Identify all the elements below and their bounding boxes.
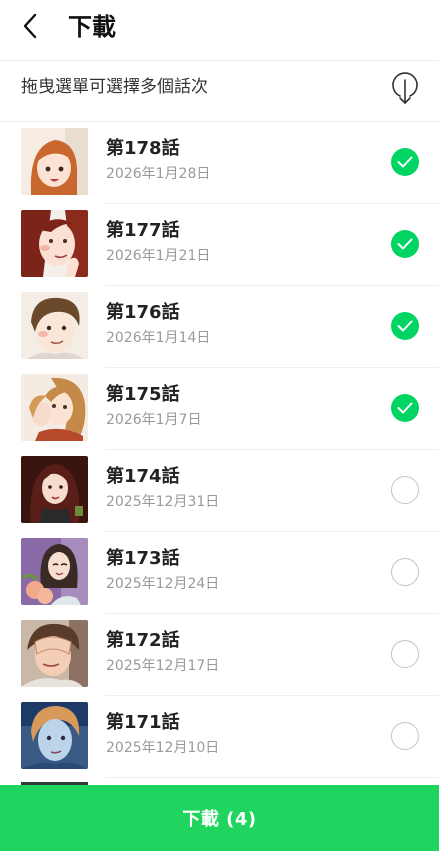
- episode-thumbnail: [21, 374, 88, 441]
- episode-checkbox[interactable]: [391, 312, 419, 340]
- checkmark-icon: [397, 153, 413, 172]
- episode-row-176[interactable]: 第176話 2026年1月14日: [0, 286, 439, 368]
- episode-list: 第178話 2026年1月28日 第177話 2026年1月21日 第176話 …: [0, 122, 439, 778]
- episode-row-172[interactable]: 第172話 2025年12月17日: [0, 614, 439, 696]
- episode-checkbox[interactable]: [391, 640, 419, 668]
- episode-title: 第176話: [106, 302, 180, 323]
- download-order-button[interactable]: [387, 70, 423, 110]
- episode-checkbox[interactable]: [391, 394, 419, 422]
- episode-date: 2025年12月17日: [106, 658, 220, 674]
- page-title: 下載: [68, 13, 116, 41]
- checkmark-icon: [397, 317, 413, 336]
- episode-date: 2026年1月14日: [106, 330, 211, 346]
- episode-date: 2025年12月10日: [106, 740, 220, 756]
- episode-thumbnail: [21, 702, 88, 769]
- top-bar: 下載: [0, 0, 439, 55]
- episode-date: 2026年1月7日: [106, 412, 202, 428]
- download-button[interactable]: 下載 (4): [0, 785, 439, 851]
- checkmark-icon: [397, 235, 413, 254]
- episode-title: 第175話: [106, 384, 180, 405]
- episode-title: 第172話: [106, 630, 180, 651]
- checkmark-icon: [397, 399, 413, 418]
- drag-select-hint: 拖曳選單可選擇多個話次: [21, 77, 208, 97]
- download-button-label: 下載 (4): [182, 809, 257, 830]
- episode-title: 第178話: [106, 138, 180, 159]
- episode-checkbox[interactable]: [391, 476, 419, 504]
- episode-checkbox[interactable]: [391, 148, 419, 176]
- episode-row-175[interactable]: 第175話 2026年1月7日: [0, 368, 439, 450]
- episode-date: 2026年1月28日: [106, 166, 211, 182]
- episode-title: 第171話: [106, 712, 180, 733]
- chevron-left-icon: [20, 13, 40, 43]
- episode-row-178[interactable]: 第178話 2026年1月28日: [0, 122, 439, 204]
- episode-row-171[interactable]: 第171話 2025年12月10日: [0, 696, 439, 778]
- episode-thumbnail: [21, 456, 88, 523]
- episode-thumbnail: [21, 620, 88, 687]
- episode-title: 第174話: [106, 466, 180, 487]
- episode-date: 2026年1月21日: [106, 248, 211, 264]
- back-button[interactable]: [14, 12, 46, 44]
- episode-title: 第177話: [106, 220, 180, 241]
- selection-hint-bar: 拖曳選單可選擇多個話次: [0, 60, 439, 122]
- episode-thumbnail: [21, 210, 88, 277]
- episode-date: 2025年12月24日: [106, 576, 220, 592]
- episode-checkbox[interactable]: [391, 558, 419, 586]
- episode-thumbnail: [21, 128, 88, 195]
- episode-title: 第173話: [106, 548, 180, 569]
- episode-checkbox[interactable]: [391, 722, 419, 750]
- episode-thumbnail: [21, 538, 88, 605]
- download-screen: 下載 拖曳選單可選擇多個話次 第178話 2026年1月28日 第177話 20…: [0, 0, 439, 851]
- download-arrow-circle-icon: [390, 70, 420, 110]
- episode-thumbnail: [21, 292, 88, 359]
- episode-row-174[interactable]: 第174話 2025年12月31日: [0, 450, 439, 532]
- episode-row-177[interactable]: 第177話 2026年1月21日: [0, 204, 439, 286]
- episode-row-173[interactable]: 第173話 2025年12月24日: [0, 532, 439, 614]
- episode-checkbox[interactable]: [391, 230, 419, 258]
- episode-date: 2025年12月31日: [106, 494, 220, 510]
